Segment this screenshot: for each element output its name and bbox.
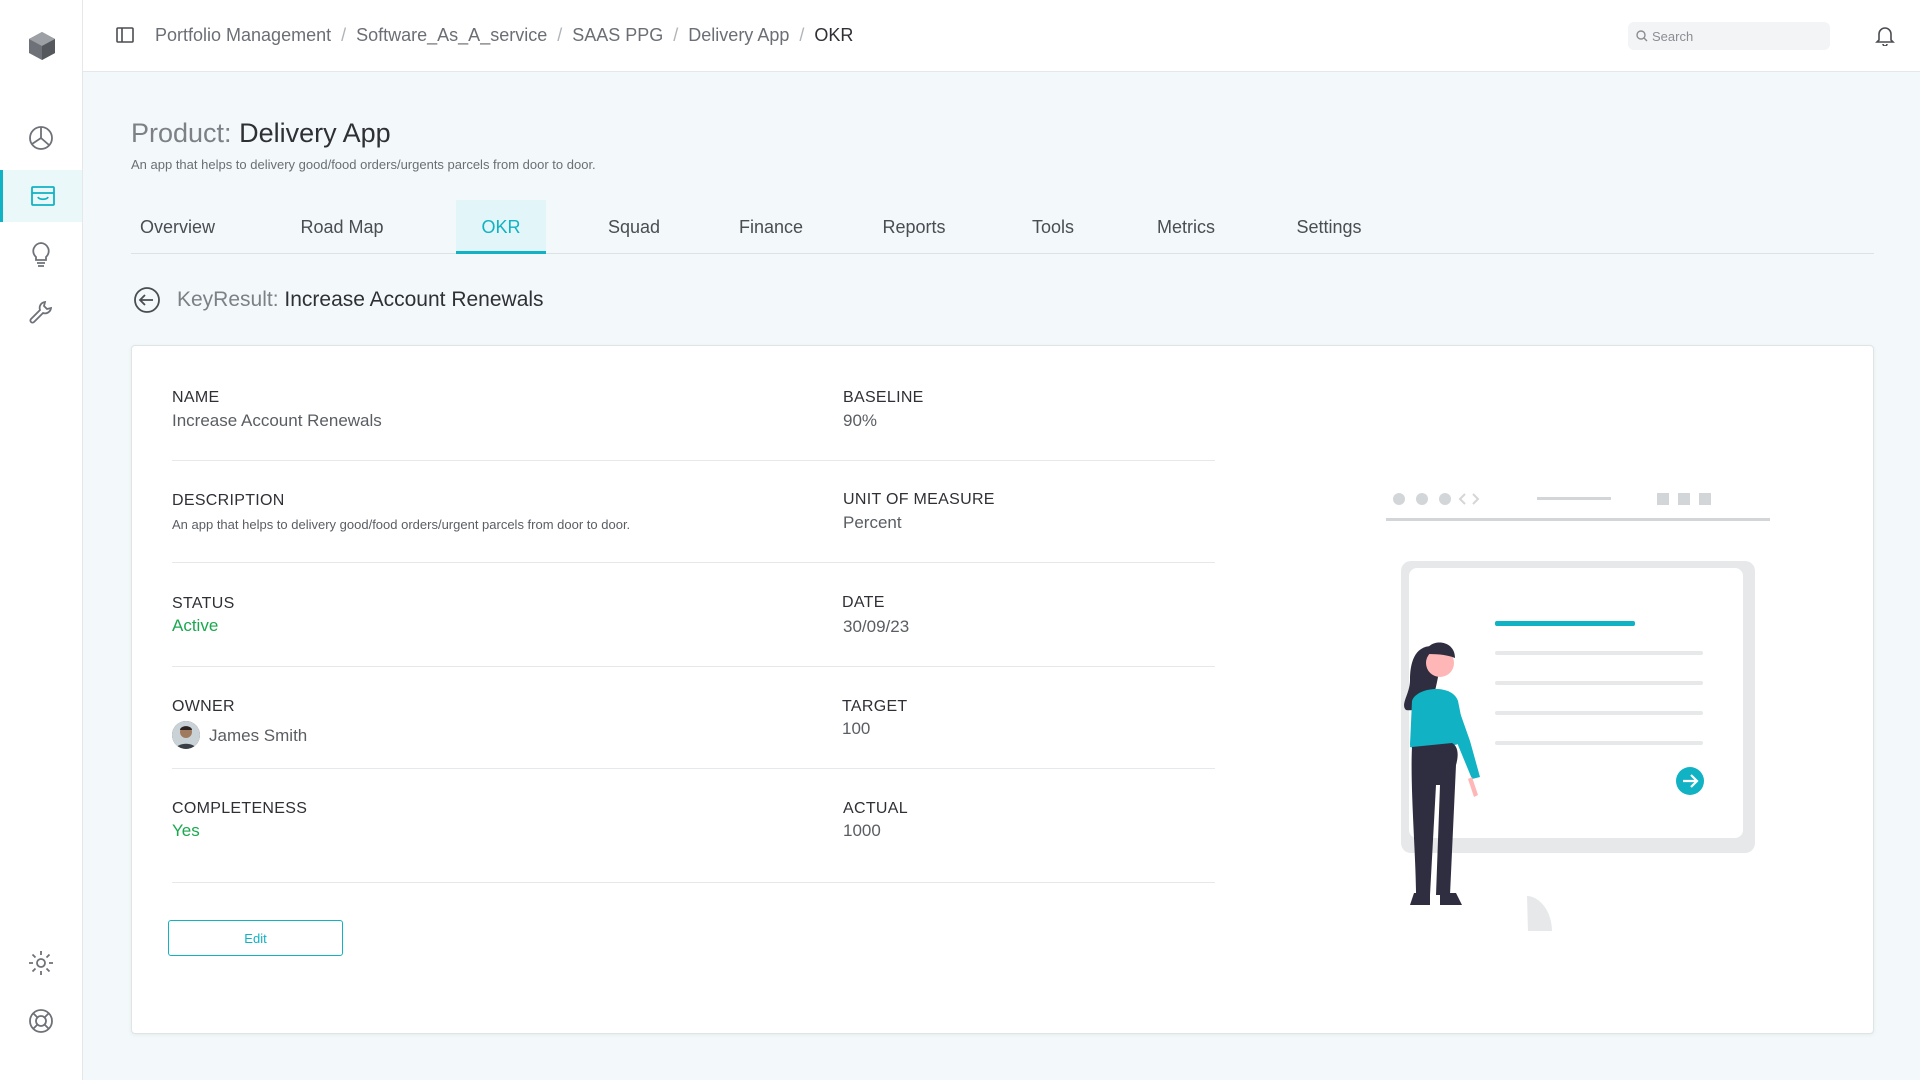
product-description: An app that helps to delivery good/food … <box>131 157 596 172</box>
sidebar-toggle-icon[interactable] <box>116 27 134 43</box>
divider <box>172 562 1215 563</box>
name-label: NAME <box>172 389 220 406</box>
divider <box>172 460 1215 461</box>
owner-value: James Smith <box>209 726 308 745</box>
breadcrumb-separator: / <box>557 25 563 45</box>
sidebar-item-dashboard[interactable] <box>0 112 82 164</box>
key-result-name: Increase Account Renewals <box>284 288 544 311</box>
date-value: 30/09/23 <box>843 617 910 636</box>
key-result-card: NAME Increase Account Renewals BASELINE … <box>131 345 1874 1034</box>
inbox-icon <box>30 186 55 206</box>
actual-label: ACTUAL <box>843 800 908 817</box>
divider <box>172 768 1215 769</box>
back-arrow-icon[interactable] <box>133 286 161 314</box>
bell-icon[interactable] <box>1874 24 1896 46</box>
search-input[interactable] <box>1652 28 1822 44</box>
breadcrumb-item[interactable]: Software_As_A_service <box>356 25 547 46</box>
target-label: TARGET <box>842 698 908 715</box>
tab-tools[interactable]: Tools <box>1023 200 1083 254</box>
sidebar-item-settings[interactable] <box>0 937 82 989</box>
baseline-value: 90% <box>843 411 878 430</box>
divider <box>172 882 1215 883</box>
target-value: 100 <box>842 719 871 738</box>
breadcrumb-item[interactable]: Portfolio Management <box>155 25 331 46</box>
tab-road-map[interactable]: Road Map <box>289 200 395 254</box>
owner-label: OWNER <box>172 698 235 715</box>
tab-finance[interactable]: Finance <box>733 200 809 254</box>
gear-icon <box>29 951 53 975</box>
actual-value: 1000 <box>843 821 881 840</box>
completeness-value: Yes <box>172 821 200 840</box>
page-title: Product: Delivery App <box>131 118 391 149</box>
divider <box>172 666 1215 667</box>
lightbulb-icon <box>32 242 50 267</box>
breadcrumb-item[interactable]: Delivery App <box>688 25 789 46</box>
product-label: Product: <box>131 118 232 148</box>
tab-settings[interactable]: Settings <box>1288 200 1370 254</box>
date-label: DATE <box>842 594 885 611</box>
baseline-label: BASELINE <box>843 389 924 406</box>
name-value: Increase Account Renewals <box>172 411 382 430</box>
tab-reports[interactable]: Reports <box>876 200 952 254</box>
breadcrumb: Portfolio Management / Software_As_A_ser… <box>155 25 853 46</box>
wrench-icon <box>29 300 53 324</box>
sidebar-item-tools[interactable] <box>0 286 82 338</box>
avatar <box>172 721 200 749</box>
tab-bar: Overview Road Map OKR Squad Finance Repo… <box>131 200 1874 254</box>
description-value: An app that helps to delivery good/food … <box>172 517 631 532</box>
search-box <box>1628 22 1830 50</box>
breadcrumb-separator: / <box>799 25 805 45</box>
app-logo-icon[interactable] <box>24 28 60 64</box>
status-label: STATUS <box>172 595 235 612</box>
key-result-label: KeyResult: <box>177 288 279 311</box>
sidebar-item-ideas[interactable] <box>0 228 82 280</box>
status-value: Active <box>172 616 219 635</box>
breadcrumb-current: OKR <box>814 25 854 45</box>
unit-value: Percent <box>843 513 902 532</box>
completeness-label: COMPLETENESS <box>172 800 308 817</box>
pie-chart-icon <box>29 126 53 150</box>
breadcrumb-separator: / <box>673 25 679 45</box>
sidebar <box>0 0 83 1080</box>
key-result-title: KeyResult: Increase Account Renewals <box>177 288 544 312</box>
sidebar-item-support[interactable] <box>0 995 82 1047</box>
tab-squad[interactable]: Squad <box>600 200 668 254</box>
lifebuoy-icon <box>29 1009 53 1033</box>
breadcrumb-item[interactable]: SAAS PPG <box>572 25 663 46</box>
woman-reading-document-illustration <box>1386 493 1770 931</box>
edit-button[interactable]: Edit <box>168 920 343 956</box>
top-bar: Portfolio Management / Software_As_A_ser… <box>83 0 1920 72</box>
description-label: DESCRIPTION <box>172 492 285 509</box>
tab-overview[interactable]: Overview <box>131 200 224 254</box>
tab-metrics[interactable]: Metrics <box>1148 200 1224 254</box>
product-name: Delivery App <box>239 118 391 148</box>
tab-okr[interactable]: OKR <box>456 200 546 254</box>
search-icon <box>1636 30 1648 42</box>
breadcrumb-separator: / <box>341 25 347 45</box>
sidebar-item-products[interactable] <box>0 170 82 222</box>
unit-label: UNIT OF MEASURE <box>843 491 995 508</box>
